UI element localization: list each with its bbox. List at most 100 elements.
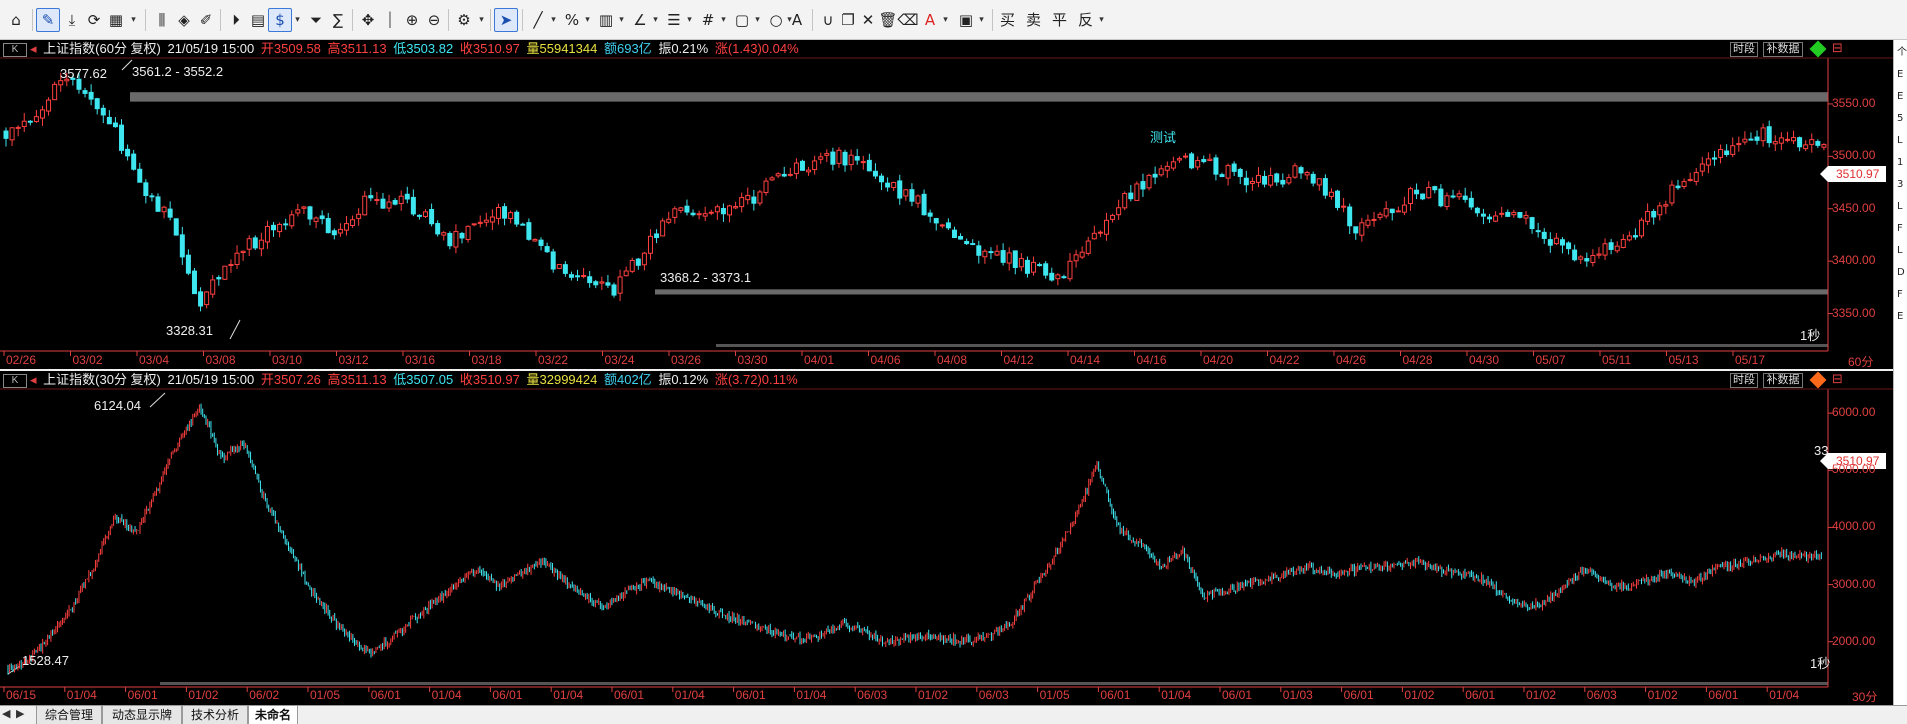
download-icon[interactable]: ⤓ [60,8,84,32]
candle-body [1724,150,1730,156]
play-icon[interactable]: ⏵ [224,8,248,32]
expand-icon[interactable]: ⊟ [1832,372,1843,387]
time-range-button[interactable]: 时段 [1730,42,1758,57]
candle-body [1219,174,1225,178]
top-chart-panel[interactable]: K ◂ 上证指数(60分 复权) 21/05/19 15:00 开3509.58 … [0,40,1893,369]
grid-dropdown-icon[interactable]: ▾ [716,8,731,32]
candle-body [720,208,726,215]
tab-dynamic-board[interactable]: 动态显示牌 [102,706,182,724]
edit-icon[interactable]: ✐ [194,8,218,32]
cursor-line-icon[interactable]: ⏐ [378,8,402,32]
y-tick-label: 5000.00 [1832,462,1876,477]
settings-dropdown-icon[interactable]: ▾ [474,8,489,32]
candle-body [234,252,240,266]
candle-body [15,126,21,129]
right-panel-char: L [1897,135,1903,146]
funnel-icon[interactable]: ⏷ [304,8,328,32]
candle-body [1183,155,1189,158]
candle-body [806,169,812,173]
x-tick-label: 06/01 [127,688,158,702]
candle-body [1170,161,1176,169]
rect-dropdown-icon[interactable]: ▾ [750,8,765,32]
draw-icon[interactable]: ✎ [36,8,60,32]
settings-icon[interactable]: ⚙ [452,8,476,32]
expand-icon[interactable]: ⊟ [1832,41,1843,56]
candle-body [131,153,137,170]
candle-body [27,120,33,123]
layout-icon[interactable]: ▦ [104,8,128,32]
home-icon[interactable]: ⌂ [4,8,28,32]
indicator-icon[interactable]: ⫼ [150,8,174,32]
sell-button[interactable]: 卖 [1026,8,1041,32]
reverse-button[interactable]: 反 [1078,8,1093,32]
candle-body [812,160,818,171]
candle-body [1553,237,1559,245]
tab-overview[interactable]: 综合管理 [36,706,102,724]
candle-body [119,124,125,151]
diamond-icon[interactable]: ◈ [172,8,196,32]
candle-body [1657,205,1663,216]
clipboard-icon[interactable]: ▤ [246,8,270,32]
pointer-icon[interactable]: ➤ [494,8,518,32]
ruler-dropdown-icon[interactable]: ▾ [614,8,629,32]
move-icon[interactable]: ✥ [356,8,380,32]
toolbar-separator [220,9,221,31]
time-range-button[interactable]: 时段 [1730,373,1758,388]
percent-dropdown-icon[interactable]: ▾ [580,8,595,32]
candle-body [271,224,277,231]
candle-body [739,197,745,208]
fill-data-button[interactable]: 补数据 [1763,373,1803,388]
dollar-icon[interactable]: $ [268,8,292,32]
x-tick-label: 04/28 [1402,353,1433,367]
tab-untitled[interactable]: 未命名 [248,706,298,724]
candle-body [386,201,392,209]
candle-body [1669,184,1675,204]
high-price-label: 3577.62 [60,66,107,81]
candle-body [1821,144,1827,148]
refresh-icon[interactable]: ⟳ [82,8,106,32]
scroll-right-icon[interactable]: ▶ [16,707,24,720]
k-toggle-button[interactable]: K [3,43,27,57]
bottom-chart-panel[interactable]: K ◂ 上证指数(30分 复权) 21/05/19 15:00 开3507.26 … [0,371,1893,705]
candle-body [416,214,422,217]
line-dropdown-icon[interactable]: ▾ [546,8,561,32]
scroll-left-icon[interactable]: ◀ [2,707,10,720]
more-dropdown-icon[interactable]: ▾ [1094,8,1109,32]
candle-body [1146,174,1152,189]
layout-dropdown-icon[interactable]: ▾ [126,8,141,32]
candle-body [568,274,574,278]
fill-data-button[interactable]: 补数据 [1763,42,1803,57]
tab-technical-analysis[interactable]: 技术分析 [182,706,248,724]
candle-body [1225,165,1231,179]
save-dropdown-icon[interactable]: ▾ [974,8,989,32]
candle-body [958,236,964,240]
close-position-button[interactable]: 平 [1052,8,1067,32]
candle-body [1328,191,1334,197]
x-tick-label: 01/02 [1647,688,1678,702]
candle-body [1292,165,1298,178]
dollar-dropdown-icon[interactable]: ▾ [290,8,305,32]
color-dropdown-icon[interactable]: ▾ [938,8,953,32]
x-tick-label: 06/03 [978,688,1009,702]
candle-body [909,189,915,202]
right-side-panel[interactable]: 个EE5L13LFLDFE [1893,40,1907,706]
candle-body [660,220,666,237]
parallel-dropdown-icon[interactable]: ▾ [682,8,697,32]
buy-button[interactable]: 买 [1000,8,1015,32]
zoom-out-icon[interactable]: ⊖ [422,8,446,32]
candle-body [1316,178,1322,186]
zoom-in-icon[interactable]: ⊕ [400,8,424,32]
x-tick-label: 04/16 [1136,353,1167,367]
top-candlestick-chart[interactable] [0,40,1893,369]
candle-body [477,221,483,224]
index-name: 上证指数(30分 复权) [43,372,161,387]
text-icon[interactable]: A [785,8,809,32]
candle-body [1189,153,1195,169]
k-toggle-button[interactable]: K [3,374,27,388]
bottom-candlestick-chart[interactable] [0,371,1893,705]
erase-icon[interactable]: ⌫ [896,8,920,32]
formula-icon[interactable]: ∑ [326,8,350,32]
angle-dropdown-icon[interactable]: ▾ [648,8,663,32]
right-panel-char: D [1897,267,1905,278]
amount-value: 402亿 [616,372,652,387]
